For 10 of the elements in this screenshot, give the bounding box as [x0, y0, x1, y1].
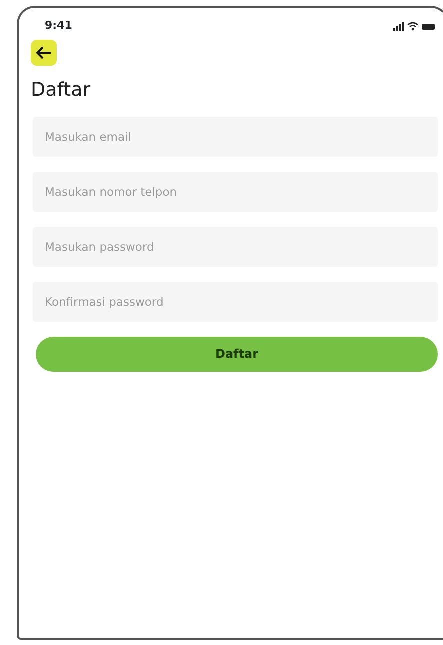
input-field[interactable]: Masukan password [33, 226, 438, 266]
page-title: Daftar [31, 78, 92, 103]
input-field[interactable]: Masukan nomor telpon [33, 172, 438, 212]
input-field[interactable]: Konfirmasi password [33, 282, 438, 322]
status-time: 9:41 [45, 18, 72, 34]
register-button[interactable]: Daftar [36, 336, 438, 372]
status-icons [393, 22, 435, 30]
input-field[interactable]: Masukan email [33, 116, 438, 156]
back-arrow-icon [36, 46, 52, 60]
back-button[interactable] [31, 40, 57, 66]
